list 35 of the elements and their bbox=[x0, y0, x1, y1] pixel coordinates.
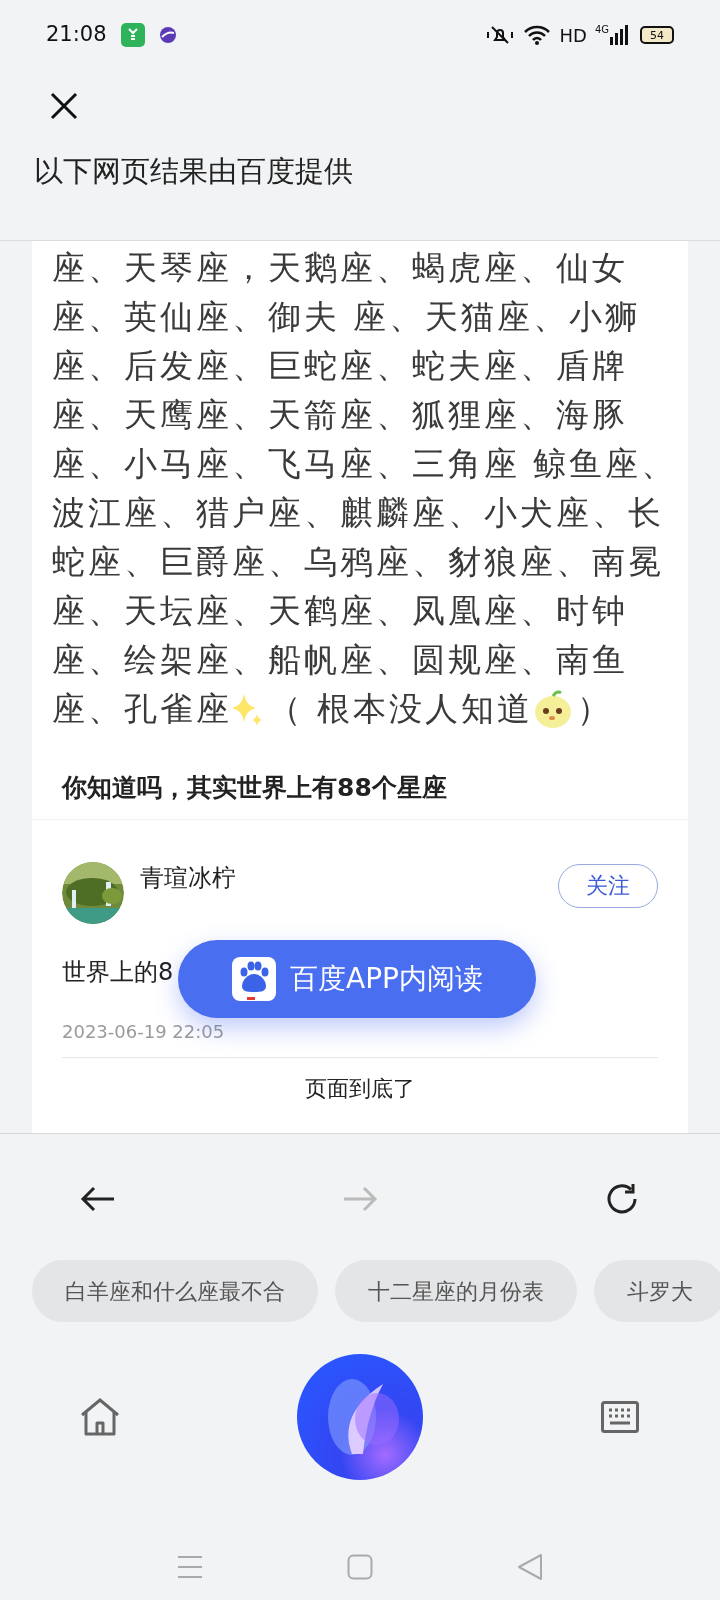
image-text-line: （ 根本没人知道 bbox=[267, 687, 534, 730]
suggestion-chip[interactable]: 十二星座的月份表 bbox=[335, 1260, 577, 1322]
paw-app-icon bbox=[232, 957, 276, 1001]
image-text-line: 座、天琴座，天鹅座、蝎虎座、仙女 bbox=[52, 247, 629, 289]
muted-bell-icon bbox=[485, 24, 516, 46]
image-text-line: 座、绘架座、船帆座、圆规座、南鱼 bbox=[52, 639, 629, 681]
suggestion-chip[interactable]: 斗罗大 bbox=[594, 1260, 720, 1322]
hd-indicator: HD bbox=[559, 23, 587, 48]
assistant-orb-button[interactable] bbox=[297, 1354, 423, 1480]
page-title: 以下网页结果由百度提供 bbox=[34, 154, 353, 188]
open-in-app-button[interactable]: 百度APP内阅读 bbox=[178, 940, 536, 1018]
network-type: 4G bbox=[594, 25, 609, 35]
author-name: 青瑄冰柠 bbox=[140, 862, 236, 894]
app-notification-icon bbox=[158, 26, 177, 44]
image-caption: 你知道吗，其实世界上有88个星座 bbox=[62, 773, 447, 802]
image-text-line: 波江座、猎户座、麒麟座、小犬座、长 bbox=[52, 492, 665, 534]
image-text-line: 座、小马座、飞马座、三角座 鲸鱼座、 bbox=[52, 443, 678, 485]
chick-sticker-icon bbox=[533, 688, 574, 729]
status-time: 21:08 bbox=[46, 21, 107, 49]
wifi-icon bbox=[523, 24, 552, 46]
image-text-line: 座、孔雀座 bbox=[52, 687, 232, 730]
image-text-line: 座、天坛座、天鹤座、凤凰座、时钟 bbox=[52, 590, 629, 632]
app-notification-icon bbox=[120, 23, 145, 47]
image-text-line: 蛇座、巨爵座、乌鸦座、豺狼座、南冕 bbox=[52, 541, 665, 583]
image-text-line: 座、天鹰座、天箭座、狐狸座、海豚 bbox=[52, 394, 629, 436]
post-excerpt: 世界上的8 bbox=[62, 957, 174, 986]
image-text-line: 座、后发座、巨蛇座、蛇夫座、盾牌 bbox=[52, 345, 629, 387]
home-button[interactable] bbox=[78, 1395, 122, 1439]
post-date: 2023-06-19 22:05 bbox=[62, 1020, 225, 1042]
suggestion-chip[interactable]: 白羊座和什么座最不合 bbox=[32, 1260, 318, 1322]
image-text-line: 座、英仙座、御夫 座、天猫座、小狮 bbox=[52, 296, 642, 338]
end-of-page-text: 页面到底了 bbox=[305, 1074, 415, 1103]
image-text-line: ） bbox=[577, 687, 611, 730]
battery-level: 54 bbox=[650, 29, 664, 41]
signal-icon bbox=[610, 25, 628, 45]
